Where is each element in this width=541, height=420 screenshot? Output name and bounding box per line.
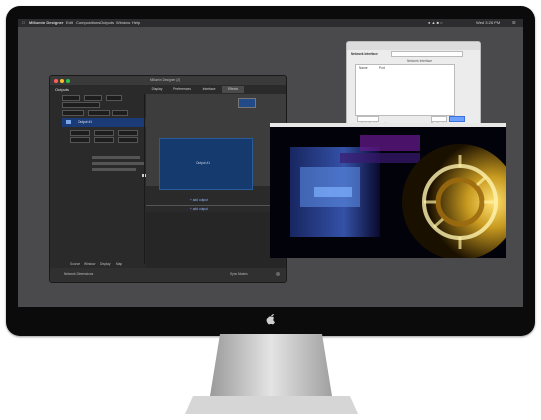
- footer-item-window[interactable]: Window: [84, 262, 95, 266]
- menu-window[interactable]: Window: [116, 19, 130, 27]
- status-right: Sync Modes: [230, 272, 248, 276]
- resolution-height-field[interactable]: [84, 95, 102, 101]
- panel-divider: [144, 94, 145, 264]
- menu-outputs[interactable]: Outputs: [100, 19, 114, 27]
- output-label: Output #1: [78, 120, 92, 124]
- tab-display[interactable]: Display: [146, 86, 168, 93]
- menu-compositions[interactable]: Compositions: [76, 19, 100, 27]
- option-line-3[interactable]: [92, 168, 136, 171]
- dialog-titlebar: [347, 42, 480, 50]
- resolution-width-field[interactable]: [62, 95, 80, 101]
- tab-interface[interactable]: Interface: [196, 86, 222, 93]
- mode-field[interactable]: [62, 102, 100, 108]
- option-line-2[interactable]: [92, 162, 144, 165]
- minimize-button[interactable]: [60, 79, 64, 83]
- interface-select[interactable]: [391, 51, 463, 57]
- list-header-name: Name: [359, 66, 368, 70]
- position-y-field[interactable]: [94, 130, 114, 136]
- position-x-field[interactable]: [70, 130, 90, 136]
- menubar-clock: Wed 3:26 PM: [476, 20, 501, 25]
- video-output-window[interactable]: [270, 123, 506, 258]
- interface-list[interactable]: [355, 64, 455, 116]
- list-header-port: Port: [379, 66, 385, 70]
- status-icons[interactable]: ● ▲ ■ ○: [428, 19, 443, 27]
- footer-item-display[interactable]: Display: [100, 262, 110, 266]
- option-line-1[interactable]: [92, 156, 140, 159]
- dialog-subtitle: Network Interface: [407, 59, 432, 63]
- menu-list-icon[interactable]: ☰: [512, 19, 516, 27]
- zoom-button[interactable]: [66, 79, 70, 83]
- size-field[interactable]: [118, 130, 138, 136]
- resize-handle-icon[interactable]: [276, 272, 280, 276]
- close-button[interactable]: [54, 79, 58, 83]
- preview-thumbnail[interactable]: [238, 98, 256, 108]
- width-field[interactable]: [70, 137, 90, 143]
- window-title: Millumin Designer (2): [150, 78, 181, 82]
- status-left: Network Dimensions: [64, 272, 94, 276]
- ratio-field[interactable]: [88, 110, 110, 116]
- footer-item-source[interactable]: Source: [70, 262, 80, 266]
- output-row[interactable]: [62, 118, 146, 127]
- offset-field[interactable]: [112, 110, 128, 116]
- scale-field[interactable]: [62, 110, 84, 116]
- height-field[interactable]: [94, 137, 114, 143]
- horizontal-divider: [146, 205, 286, 206]
- desktop-screen:  Millumin Designer Edit Compositions Ou…: [18, 19, 523, 307]
- menu-help[interactable]: Help: [132, 19, 140, 27]
- done-button[interactable]: [449, 116, 465, 122]
- app-menu[interactable]: Millumin Designer: [29, 19, 63, 27]
- add-output-link[interactable]: + add output: [190, 198, 208, 202]
- main-app-window: Millumin Designer (2) Display Preference…: [49, 75, 287, 283]
- preview-label: Output #1: [196, 161, 210, 165]
- menu-bar:  Millumin Designer Edit Compositions Ou…: [18, 19, 523, 27]
- fps-field[interactable]: [106, 95, 122, 101]
- section-title: Outputs: [55, 87, 70, 92]
- add-layer-link[interactable]: + add output: [190, 207, 208, 211]
- output-toggle[interactable]: [66, 120, 71, 124]
- tab-preferences[interactable]: Preferences: [168, 86, 196, 93]
- menu-edit[interactable]: Edit: [66, 19, 73, 27]
- rotation-field[interactable]: [118, 137, 138, 143]
- dialog-title: Network Interface: [351, 52, 378, 56]
- apple-logo-icon: [266, 314, 275, 325]
- monitor-stand: [185, 334, 358, 414]
- video-frame-image: [270, 127, 506, 258]
- apple-menu-icon[interactable]: : [22, 19, 25, 27]
- tab-effects[interactable]: Effects: [222, 86, 244, 93]
- layer-list[interactable]: [146, 212, 286, 268]
- footer-item-map[interactable]: Map: [116, 262, 122, 266]
